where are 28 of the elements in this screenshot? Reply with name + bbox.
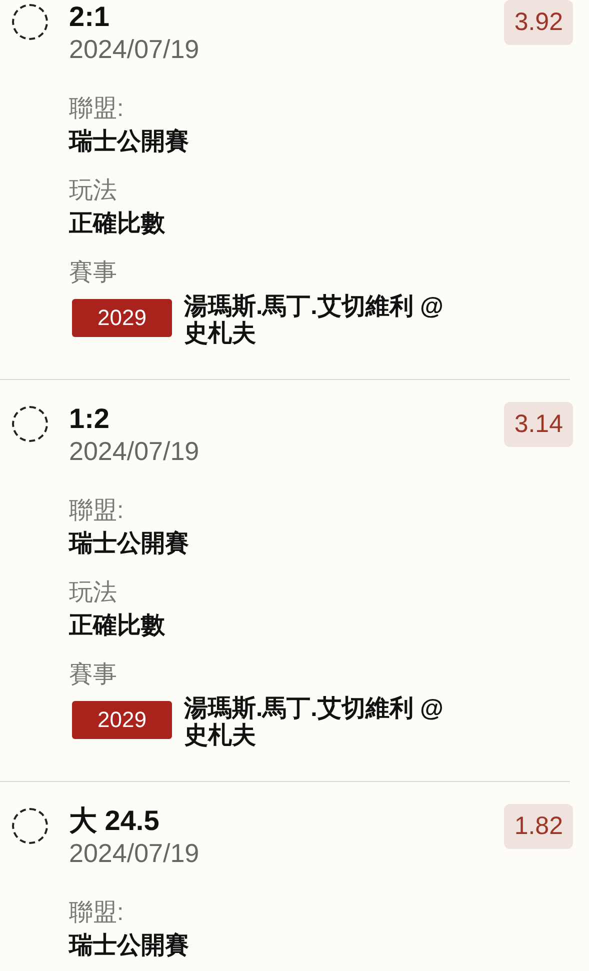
league-label: 聯盟: (69, 496, 125, 526)
odds-badge: 3.14 (504, 402, 573, 447)
event-name: 湯瑪斯.馬丁.艾切維利 @ 史札夫 (184, 293, 444, 347)
bet-title: 1:2 (69, 402, 110, 435)
play-label: 玩法 (69, 578, 118, 608)
bet-date: 2024/07/19 (69, 33, 200, 66)
league-name: 瑞士公開賽 (69, 127, 190, 157)
play-label: 玩法 (69, 176, 118, 206)
play-type: 正確比數 (69, 209, 166, 239)
radio-button[interactable] (12, 4, 48, 40)
radio-button[interactable] (12, 406, 48, 442)
league-label: 聯盟: (69, 898, 125, 928)
bet-date: 2024/07/19 (69, 837, 200, 870)
league-label: 聯盟: (69, 94, 125, 124)
event-label: 賽事 (69, 660, 118, 690)
bet-title: 大 24.5 (69, 804, 160, 837)
event-code-badge: 2029 (72, 701, 172, 739)
event-code-badge: 2029 (72, 299, 172, 337)
event-name: 湯瑪斯.馬丁.艾切維利 @ 史札夫 (184, 695, 444, 749)
bet-title: 2:1 (69, 0, 110, 33)
league-name: 瑞士公開賽 (69, 931, 190, 961)
odds-badge: 1.82 (504, 804, 573, 849)
league-name: 瑞士公開賽 (69, 529, 190, 559)
bet-date: 2024/07/19 (69, 435, 200, 468)
play-type: 正確比數 (69, 611, 166, 641)
radio-button[interactable] (12, 808, 48, 844)
odds-badge: 3.92 (504, 0, 573, 45)
event-label: 賽事 (69, 258, 118, 288)
